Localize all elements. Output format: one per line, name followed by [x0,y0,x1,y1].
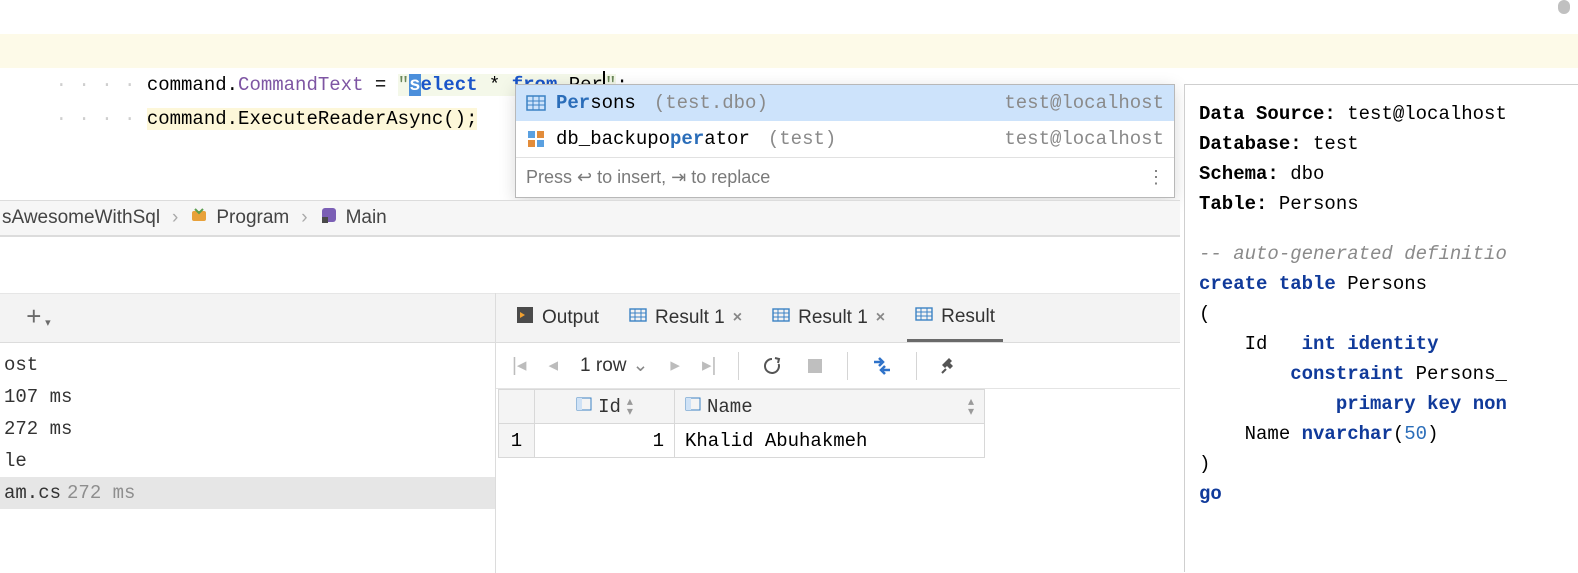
table-row[interactable]: 1 1 Khalid Abuhakmeh [499,424,985,458]
output-icon [516,306,534,330]
row-number: 1 [499,424,535,458]
class-icon [190,206,208,230]
chevron-down-icon: ⌄ [633,354,649,377]
tab-result[interactable]: Result 1 × [621,294,750,342]
table-icon [772,306,790,330]
pin-icon[interactable] [939,356,959,376]
close-icon[interactable]: × [733,309,742,327]
list-item[interactable]: am.cs272 ms [0,477,495,509]
add-icon[interactable]: +▾ [26,303,42,333]
tool-window: +▾ ost 107 ms 272 ms le am.cs272 ms Outp… [0,236,1180,572]
list-item[interactable]: le [0,445,495,477]
role-icon [526,129,546,149]
stop-icon[interactable] [805,356,825,376]
scrollbar-thumb[interactable] [1558,0,1570,14]
column-icon [576,396,592,418]
column-header[interactable]: Id ▴▾ [535,390,675,424]
breadcrumb-item[interactable]: sAwesomeWithSql [2,207,160,229]
breadcrumb: sAwesomeWithSql › Program › Main [0,200,1180,236]
last-page-icon[interactable]: ▸| [702,354,716,377]
close-icon[interactable]: × [876,309,885,327]
results-toolbar: |◂ ◂ 1 row ⌄ ▸ ▸| [496,343,1180,389]
cell[interactable]: Khalid Abuhakmeh [675,424,985,458]
compare-icon[interactable] [870,355,894,377]
left-toolbar: +▾ [0,293,495,343]
result-grid[interactable]: Id ▴▾ Name ▴▾ 1 1 Khalid Abuhakmeh [498,389,985,458]
list-item[interactable]: 272 ms [0,413,495,445]
completion-hint: Press ↩ to insert, ⇥ to replace ⋮ [516,157,1174,197]
results-pane: Output Result 1 × Result 1 × Result |◂ ◂… [496,293,1180,573]
services-tree: +▾ ost 107 ms 272 ms le am.cs272 ms [0,293,496,573]
list-item[interactable]: 107 ms [0,381,495,413]
tab-result[interactable]: Result 1 × [764,294,893,342]
result-tabs: Output Result 1 × Result 1 × Result [496,293,1180,343]
completion-item[interactable]: Persons (test.dbo) test@localhost [516,85,1174,121]
cell[interactable]: 1 [535,424,675,458]
code-completion-popup: Persons (test.dbo) test@localhost db_bac… [515,84,1175,198]
code-line-active[interactable]: · · · · command.CommandText = "select * … [0,34,1578,68]
sort-icon[interactable]: ▴▾ [627,397,633,417]
column-header[interactable]: Name ▴▾ [675,390,985,424]
reload-icon[interactable] [761,355,783,377]
next-page-icon[interactable]: ▸ [670,354,680,377]
table-icon [629,306,647,330]
column-icon [685,396,701,418]
completion-item[interactable]: db_backupoperator (test) test@localhost [516,121,1174,157]
prev-page-icon[interactable]: ◂ [548,354,558,377]
chevron-right-icon: › [297,207,311,229]
first-page-icon[interactable]: |◂ [512,354,526,377]
table-icon [526,93,546,113]
more-icon[interactable]: ⋮ [1147,167,1164,188]
list-item[interactable]: ost [0,349,495,381]
method-icon [320,206,338,230]
tab-result[interactable]: Result [907,294,1003,342]
tab-output[interactable]: Output [508,294,607,342]
code-line[interactable] [0,0,1578,34]
corner-cell [499,390,535,424]
table-icon [915,305,933,329]
quick-doc-panel: Data Source: test@localhost Database: te… [1184,84,1578,572]
sort-icon[interactable]: ▴▾ [968,397,974,417]
chevron-right-icon: › [168,207,182,229]
breadcrumb-item[interactable]: Program [216,207,289,229]
row-count[interactable]: 1 row ⌄ [580,354,648,377]
breadcrumb-item[interactable]: Main [346,207,387,229]
